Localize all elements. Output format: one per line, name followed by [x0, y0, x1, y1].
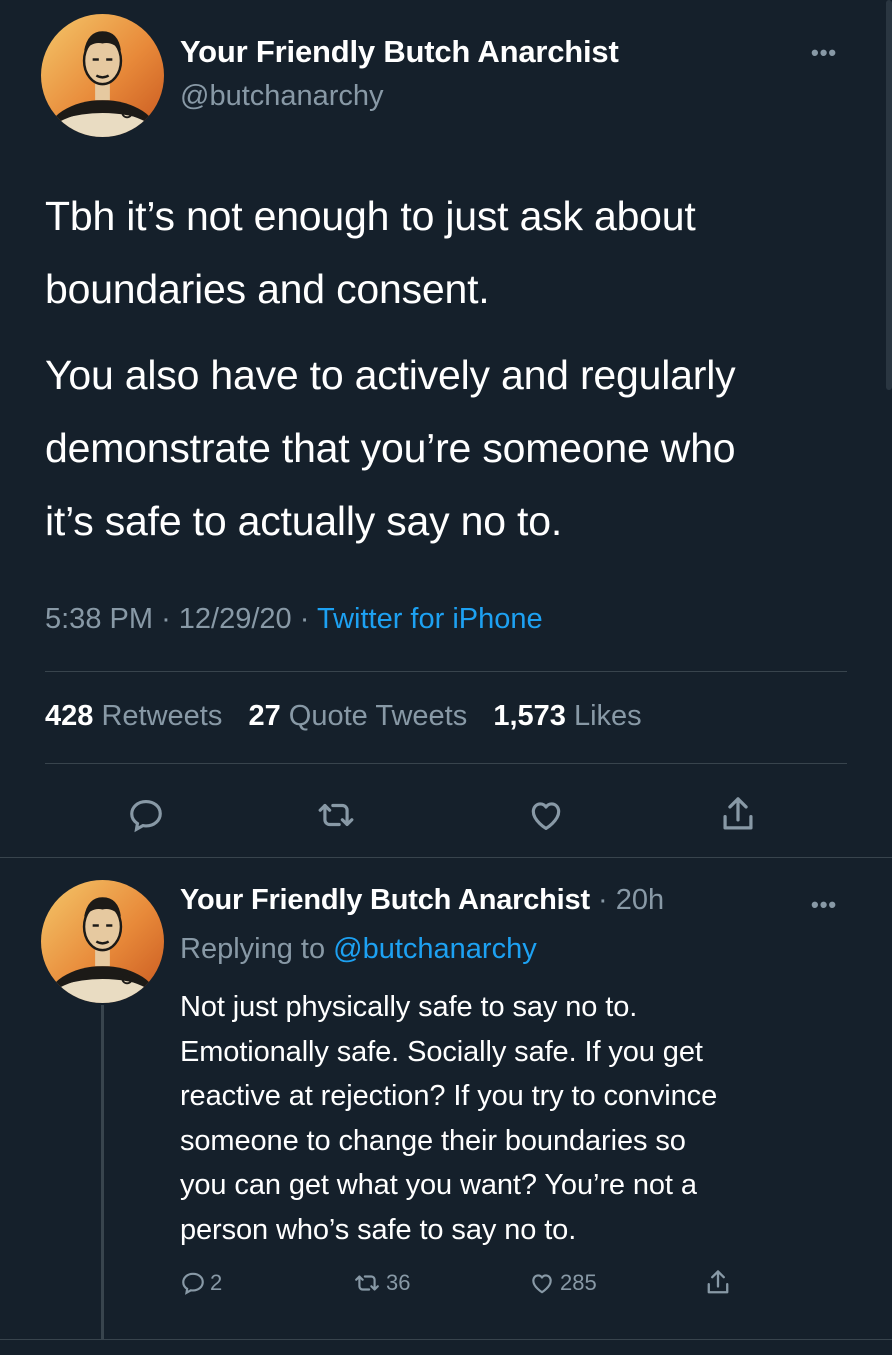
- tweet-source-link[interactable]: Twitter for iPhone: [317, 603, 543, 635]
- retweets-label: Retweets: [101, 700, 223, 732]
- reply-text: Not just physically safe to say no to. E…: [180, 985, 717, 1252]
- reply-timestamp[interactable]: · 20h: [598, 884, 664, 916]
- retweets-stat[interactable]: 428 Retweets: [45, 700, 222, 732]
- reply-count: 2: [210, 1270, 223, 1295]
- reply-icon: [182, 1272, 204, 1295]
- more-options-button[interactable]: •••: [811, 40, 837, 66]
- reply-author-name[interactable]: Your Friendly Butch Anarchist: [180, 884, 590, 916]
- author-handle[interactable]: @butchanarchy: [180, 80, 384, 113]
- thread-line: [101, 1005, 104, 1340]
- tweet-text-line: it’s safe to actually say no to.: [45, 498, 563, 544]
- tweet-text-line: You also have to actively and regularly: [45, 352, 736, 398]
- retweet-button[interactable]: [315, 796, 357, 834]
- replying-to-handle[interactable]: @butchanarchy: [333, 933, 537, 965]
- replying-to: Replying to @butchanarchy: [180, 933, 537, 966]
- divider: [0, 1339, 892, 1340]
- tweet-text-line: boundaries and consent.: [45, 266, 490, 312]
- reply-like-button[interactable]: 285: [528, 1270, 597, 1296]
- reply-text-line: someone to change their boundaries so: [180, 1124, 686, 1157]
- share-icon: [723, 797, 753, 830]
- likes-label: Likes: [573, 700, 642, 732]
- avatar[interactable]: [41, 14, 164, 137]
- heart-icon: [531, 802, 561, 831]
- tweet-metadata: 5:38 PM · 12/29/20 · Twitter for iPhone: [45, 603, 543, 636]
- likes-stat[interactable]: 1,573 Likes: [493, 700, 641, 732]
- likes-count: 1,573: [493, 700, 566, 732]
- retweets-count: 428: [45, 700, 94, 732]
- author-name[interactable]: Your Friendly Butch Anarchist: [180, 34, 619, 70]
- engagement-stats: 428 Retweets 27 Quote Tweets 1,573 Likes: [45, 700, 642, 733]
- divider: [45, 763, 847, 764]
- tweet-time[interactable]: 5:38 PM: [45, 603, 153, 635]
- retweet-icon: [355, 1275, 379, 1291]
- replying-to-label: Replying to: [180, 933, 326, 965]
- reply-retweet-button[interactable]: 36: [352, 1270, 410, 1296]
- meta-separator: ·: [161, 603, 171, 635]
- like-button[interactable]: [526, 796, 566, 834]
- divider: [45, 671, 847, 672]
- reply-avatar[interactable]: [41, 880, 164, 1003]
- tweet-text-line: demonstrate that you’re someone who: [45, 425, 736, 471]
- reply-text-line: you can get what you want? You’re not a: [180, 1169, 697, 1201]
- quote-tweets-count: 27: [248, 700, 281, 732]
- quote-tweets-label: Quote Tweets: [288, 700, 468, 732]
- reply-reply-button[interactable]: 2: [180, 1270, 222, 1296]
- reply-share-button[interactable]: [704, 1268, 732, 1298]
- reply-more-options-button[interactable]: •••: [811, 892, 837, 918]
- like-count: 285: [560, 1270, 597, 1295]
- retweet-icon: [318, 803, 354, 827]
- tweet-text-line: Tbh it’s not enough to just ask about: [45, 193, 696, 239]
- reply-text-line: Not just physically safe to say no to.: [180, 991, 638, 1023]
- share-button[interactable]: [718, 794, 758, 836]
- share-icon: [707, 1270, 729, 1294]
- avatar-illustration: [45, 31, 160, 137]
- scrollbar[interactable]: [886, 0, 892, 390]
- reply-text-line: person who’s safe to say no to.: [180, 1213, 577, 1246]
- reply-text-line: Emotionally safe. Socially safe. If you …: [180, 1035, 703, 1068]
- avatar-illustration: [45, 897, 160, 1003]
- tweet-text: Tbh it’s not enough to just ask about bo…: [45, 180, 736, 558]
- meta-separator: ·: [299, 603, 310, 635]
- retweet-count: 36: [386, 1270, 411, 1295]
- tweet-date[interactable]: 12/29/20: [179, 603, 292, 635]
- reply-button[interactable]: [127, 796, 165, 834]
- heart-icon: [532, 1274, 552, 1294]
- quote-tweets-stat[interactable]: 27 Quote Tweets: [248, 700, 467, 732]
- divider: [0, 857, 892, 858]
- reply-text-line: reactive at rejection? If you try to con…: [180, 1080, 718, 1112]
- reply-icon: [130, 799, 162, 833]
- reply-header: Your Friendly Butch Anarchist · 20h: [180, 884, 664, 917]
